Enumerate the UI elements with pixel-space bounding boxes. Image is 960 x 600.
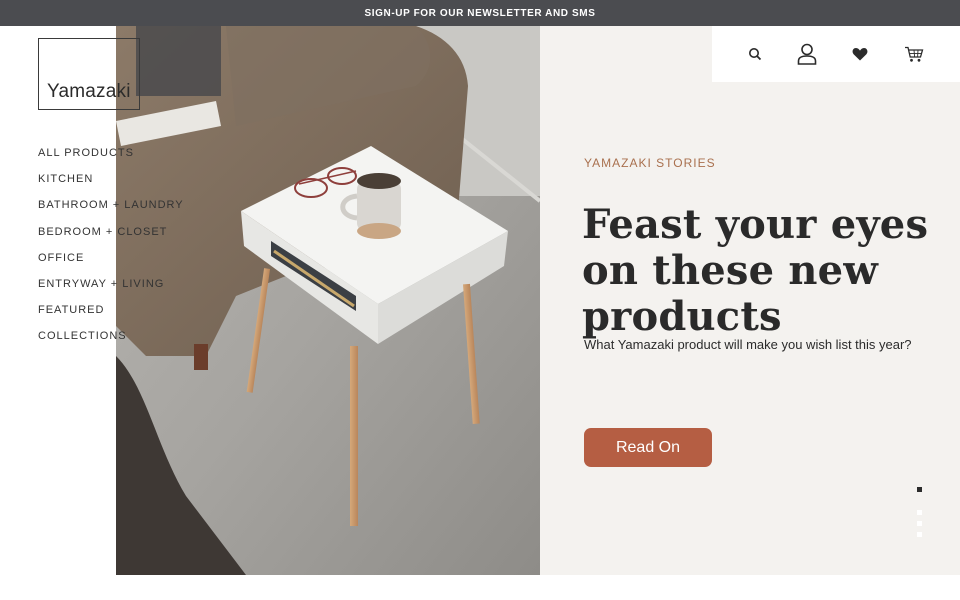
slide-dot-3[interactable] (917, 521, 922, 526)
newsletter-signup-link[interactable]: SIGN-UP FOR OUR NEWSLETTER AND SMS (365, 8, 596, 19)
search-icon[interactable] (742, 40, 768, 68)
nav-item-featured[interactable]: FEATURED (38, 303, 184, 329)
announcement-bar: SIGN-UP FOR OUR NEWSLETTER AND SMS (0, 0, 960, 26)
hero-headline: Feast your eyes on these new products (582, 201, 929, 340)
brand-logo[interactable]: Yamazaki (38, 38, 140, 110)
hero-kicker: YAMAZAKI STORIES (584, 156, 716, 170)
slide-dot-2[interactable] (917, 510, 922, 515)
slide-dot-4[interactable] (917, 532, 922, 537)
nav-item-bathroom-laundry[interactable]: BATHROOM + LAUNDRY (38, 198, 184, 224)
header-icon-bar (712, 26, 960, 82)
nav-item-collections[interactable]: COLLECTIONS (38, 329, 184, 355)
nav-item-entryway-living[interactable]: ENTRYWAY + LIVING (38, 277, 184, 303)
main-navigation: ALL PRODUCTS KITCHEN BATHROOM + LAUNDRY … (38, 146, 184, 356)
nav-item-office[interactable]: OFFICE (38, 251, 184, 277)
account-icon[interactable] (794, 40, 820, 68)
hero-subtext: What Yamazaki product will make you wish… (584, 337, 912, 352)
wishlist-heart-icon[interactable] (847, 40, 873, 68)
logo-text: Yamazaki (47, 81, 131, 102)
slide-dot-1[interactable] (917, 487, 922, 492)
nav-item-kitchen[interactable]: KITCHEN (38, 172, 184, 198)
cart-icon[interactable] (901, 40, 927, 68)
nav-item-bedroom-closet[interactable]: BEDROOM + CLOSET (38, 225, 184, 251)
nav-item-all-products[interactable]: ALL PRODUCTS (38, 146, 184, 172)
read-on-button[interactable]: Read On (584, 428, 712, 467)
